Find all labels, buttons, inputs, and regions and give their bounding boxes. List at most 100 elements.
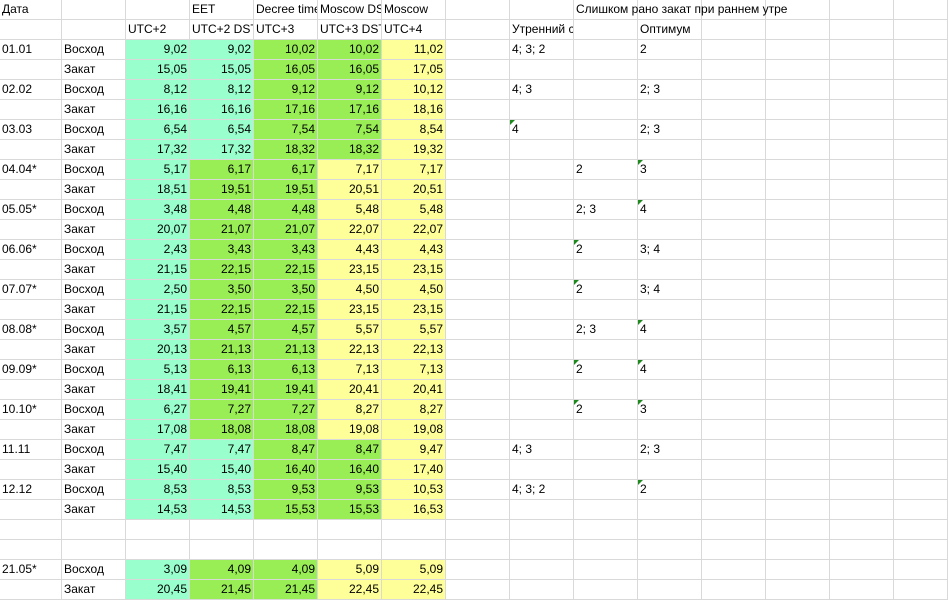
morning-sleep-cell[interactable]: 4; 3; 2 bbox=[510, 480, 574, 500]
optimum-cell[interactable] bbox=[638, 540, 702, 560]
time-cell[interactable]: 19,51 bbox=[254, 180, 318, 200]
time-cell[interactable]: 15,40 bbox=[126, 460, 190, 480]
header-moscow[interactable]: Moscow bbox=[382, 0, 446, 20]
cell[interactable] bbox=[766, 560, 830, 580]
morning-sleep-cell[interactable] bbox=[510, 380, 574, 400]
time-cell[interactable]: 7,17 bbox=[318, 160, 382, 180]
cell[interactable] bbox=[446, 260, 510, 280]
event-cell[interactable]: Закат bbox=[62, 100, 126, 120]
time-cell[interactable] bbox=[318, 540, 382, 560]
optimum-cell[interactable]: 2 bbox=[638, 40, 702, 60]
time-cell[interactable]: 9,12 bbox=[318, 80, 382, 100]
time-cell[interactable]: 6,54 bbox=[190, 120, 254, 140]
cell[interactable] bbox=[702, 200, 766, 220]
event-cell[interactable]: Восход bbox=[62, 80, 126, 100]
early-sunset-cell[interactable]: 2 bbox=[574, 160, 638, 180]
event-cell[interactable]: Закат bbox=[62, 300, 126, 320]
time-cell[interactable]: 23,15 bbox=[318, 300, 382, 320]
time-cell[interactable]: 17,40 bbox=[382, 460, 446, 480]
time-cell[interactable]: 4,57 bbox=[190, 320, 254, 340]
time-cell[interactable]: 6,13 bbox=[190, 360, 254, 380]
cell[interactable] bbox=[894, 180, 948, 200]
cell[interactable] bbox=[446, 60, 510, 80]
header-too-early-sunset[interactable]: Слишком рано закат при раннем утре bbox=[574, 0, 787, 20]
time-cell[interactable]: 19,08 bbox=[382, 420, 446, 440]
time-cell[interactable]: 8,47 bbox=[318, 440, 382, 460]
early-sunset-cell[interactable] bbox=[574, 420, 638, 440]
cell[interactable] bbox=[894, 540, 948, 560]
optimum-cell[interactable] bbox=[638, 340, 702, 360]
date-cell[interactable] bbox=[0, 180, 62, 200]
time-cell[interactable]: 21,15 bbox=[126, 300, 190, 320]
cell[interactable] bbox=[894, 220, 948, 240]
time-cell[interactable]: 3,48 bbox=[126, 200, 190, 220]
cell[interactable] bbox=[830, 320, 894, 340]
cell[interactable] bbox=[702, 400, 766, 420]
optimum-cell[interactable] bbox=[638, 580, 702, 600]
cell[interactable] bbox=[830, 140, 894, 160]
event-cell[interactable]: Закат bbox=[62, 380, 126, 400]
cell[interactable] bbox=[702, 320, 766, 340]
cell[interactable] bbox=[830, 60, 894, 80]
morning-sleep-cell[interactable]: 4; 3 bbox=[510, 80, 574, 100]
cell[interactable] bbox=[894, 360, 948, 380]
morning-sleep-cell[interactable] bbox=[510, 420, 574, 440]
time-cell[interactable]: 22,13 bbox=[318, 340, 382, 360]
cell[interactable] bbox=[766, 280, 830, 300]
morning-sleep-cell[interactable]: 4; 3 bbox=[510, 440, 574, 460]
morning-sleep-cell[interactable] bbox=[510, 140, 574, 160]
cell[interactable] bbox=[830, 540, 894, 560]
cell[interactable] bbox=[510, 0, 574, 20]
time-cell[interactable]: 3,50 bbox=[254, 280, 318, 300]
time-cell[interactable]: 9,53 bbox=[318, 480, 382, 500]
time-cell[interactable]: 22,07 bbox=[382, 220, 446, 240]
cell[interactable] bbox=[830, 40, 894, 60]
event-cell[interactable]: Закат bbox=[62, 580, 126, 600]
optimum-cell[interactable]: 4 bbox=[638, 320, 702, 340]
time-cell[interactable]: 17,16 bbox=[318, 100, 382, 120]
time-cell[interactable]: 18,41 bbox=[126, 380, 190, 400]
time-cell[interactable] bbox=[126, 540, 190, 560]
time-cell[interactable]: 20,51 bbox=[318, 180, 382, 200]
time-cell[interactable]: 8,53 bbox=[126, 480, 190, 500]
cell[interactable] bbox=[0, 20, 62, 40]
cell[interactable] bbox=[766, 180, 830, 200]
morning-sleep-cell[interactable] bbox=[510, 100, 574, 120]
cell[interactable] bbox=[830, 0, 894, 20]
date-cell[interactable]: 08.08* bbox=[0, 320, 62, 340]
cell[interactable] bbox=[830, 420, 894, 440]
cell[interactable] bbox=[894, 0, 948, 20]
time-cell[interactable]: 5,13 bbox=[126, 360, 190, 380]
time-cell[interactable]: 15,40 bbox=[190, 460, 254, 480]
date-cell[interactable]: 07.07* bbox=[0, 280, 62, 300]
cell[interactable] bbox=[766, 240, 830, 260]
cell[interactable] bbox=[446, 520, 510, 540]
cell[interactable] bbox=[766, 400, 830, 420]
cell[interactable] bbox=[702, 560, 766, 580]
time-cell[interactable]: 8,54 bbox=[382, 120, 446, 140]
event-cell[interactable]: Закат bbox=[62, 340, 126, 360]
optimum-cell[interactable]: 3; 4 bbox=[638, 240, 702, 260]
cell[interactable] bbox=[766, 300, 830, 320]
cell[interactable] bbox=[830, 260, 894, 280]
time-cell[interactable]: 18,32 bbox=[318, 140, 382, 160]
time-cell[interactable]: 15,05 bbox=[126, 60, 190, 80]
time-cell[interactable]: 11,02 bbox=[382, 40, 446, 60]
cell[interactable] bbox=[446, 100, 510, 120]
cell[interactable] bbox=[766, 500, 830, 520]
time-cell[interactable]: 9,47 bbox=[382, 440, 446, 460]
optimum-cell[interactable] bbox=[638, 420, 702, 440]
header-date[interactable]: Дата bbox=[0, 0, 62, 20]
morning-sleep-cell[interactable]: 4; 3; 2 bbox=[510, 40, 574, 60]
time-cell[interactable]: 7,47 bbox=[126, 440, 190, 460]
morning-sleep-cell[interactable] bbox=[510, 260, 574, 280]
time-cell[interactable]: 20,51 bbox=[382, 180, 446, 200]
time-cell[interactable]: 16,16 bbox=[190, 100, 254, 120]
cell[interactable] bbox=[830, 440, 894, 460]
time-cell[interactable]: 20,07 bbox=[126, 220, 190, 240]
cell[interactable] bbox=[446, 540, 510, 560]
time-cell[interactable]: 18,08 bbox=[254, 420, 318, 440]
time-cell[interactable]: 5,57 bbox=[382, 320, 446, 340]
time-cell[interactable] bbox=[190, 540, 254, 560]
time-cell[interactable]: 4,09 bbox=[190, 560, 254, 580]
